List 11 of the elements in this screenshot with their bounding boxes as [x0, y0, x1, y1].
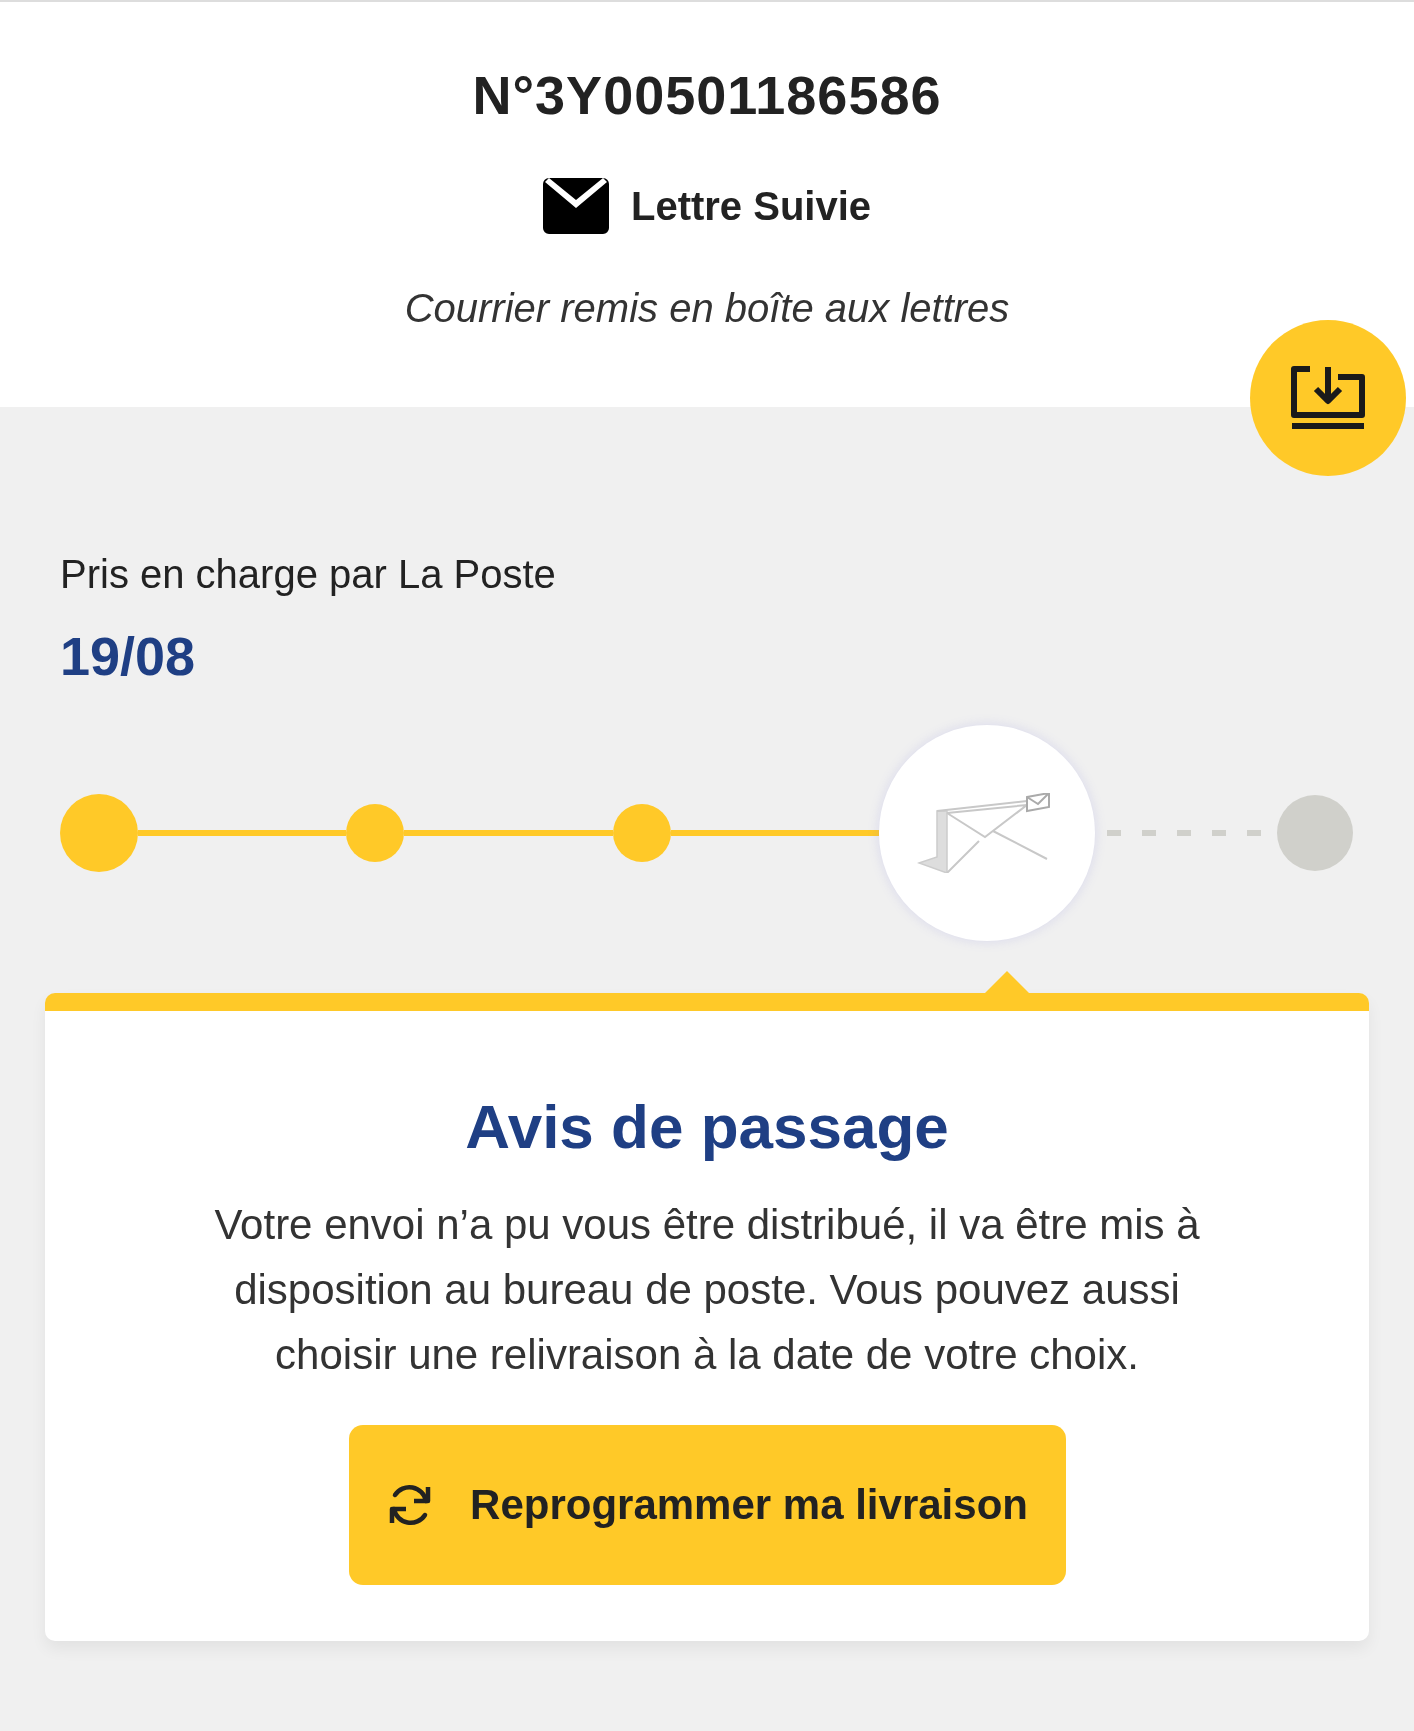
tracking-number: N°3Y00501186586: [472, 64, 942, 126]
envelope-icon: [542, 178, 609, 234]
product-name: Lettre Suivie: [630, 183, 872, 229]
status-message: Votre envoi n’a pu vous être distribué, il va être mis à disposition au bureau de poste. Vous pouvez aussi choisir une relivraison à la date de votre choix.: [213, 1200, 1201, 1380]
reschedule-button[interactable]: Reprogrammer ma livraison: [348, 1425, 1066, 1585]
progress-dot: [612, 804, 671, 862]
event-label: Pris en charge par La Poste: [60, 552, 557, 597]
card-title: Avis de passage: [465, 1091, 949, 1162]
event-date: 19/08: [60, 625, 197, 687]
progress-dot: [346, 804, 405, 862]
delivery-mode: Courrier remis en boîte aux lettres: [404, 286, 1010, 331]
